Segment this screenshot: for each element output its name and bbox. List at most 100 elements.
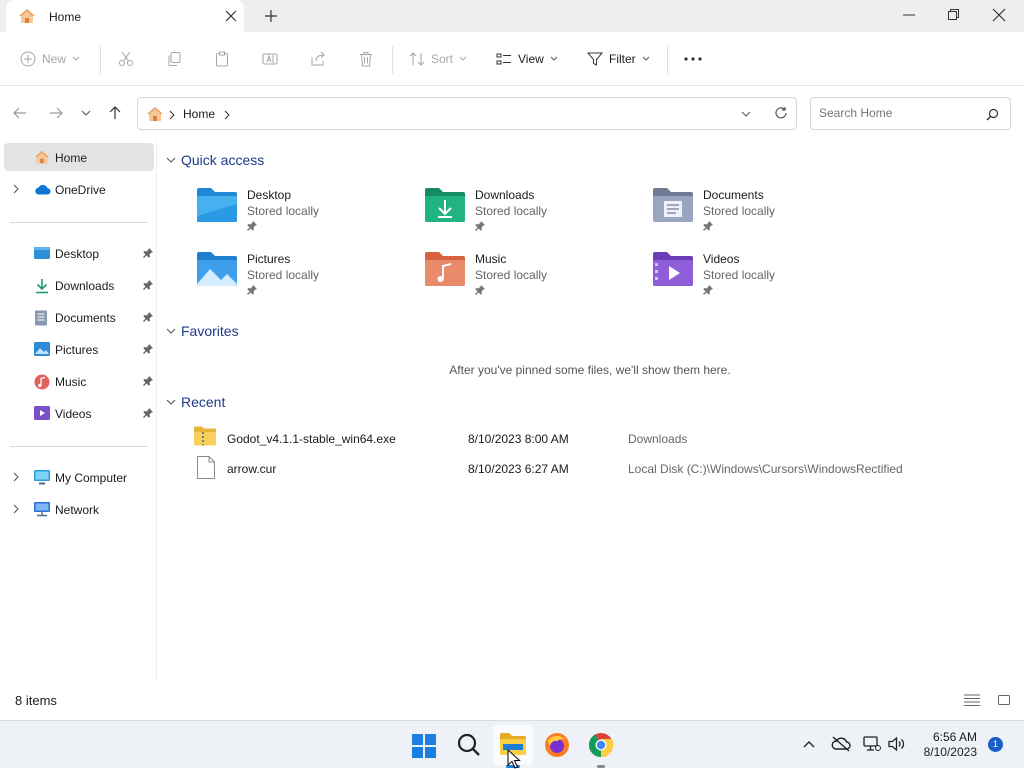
sidebar-item-music[interactable]: Music	[4, 367, 154, 395]
chrome-icon[interactable]	[588, 732, 614, 758]
quick-access-music[interactable]: Music Stored locally	[424, 250, 634, 306]
item-name: Desktop	[247, 188, 292, 202]
more-options-icon[interactable]	[684, 57, 702, 61]
favorites-header[interactable]: Favorites	[166, 323, 239, 339]
address-bar[interactable]: Home	[137, 97, 797, 130]
view-button[interactable]: View	[496, 51, 558, 67]
expand-chevron-icon[interactable]	[13, 184, 19, 194]
downloads-folder-icon	[424, 186, 466, 224]
expand-chevron-icon[interactable]	[13, 504, 19, 514]
address-history-chevron-icon[interactable]	[741, 111, 751, 117]
pin-icon[interactable]	[143, 280, 153, 290]
separator	[100, 46, 101, 74]
recent-file-row[interactable]: Godot_v4.1.1-stable_win64.exe 8/10/2023 …	[190, 424, 990, 452]
search-icon[interactable]	[457, 733, 481, 757]
start-windows-icon[interactable]	[412, 734, 436, 758]
breadcrumb-separator-icon[interactable]	[224, 110, 230, 120]
breadcrumb-separator-icon[interactable]	[169, 110, 175, 120]
sidebar-item-desktop[interactable]: Desktop	[4, 239, 154, 267]
rename-icon[interactable]	[262, 51, 278, 67]
onedrive-offline-icon[interactable]	[831, 736, 851, 752]
cut-icon[interactable]	[118, 51, 134, 67]
volume-icon[interactable]	[888, 736, 906, 752]
search-icon[interactable]	[986, 108, 999, 121]
sidebar-item-label: OneDrive	[55, 183, 106, 197]
expand-chevron-icon[interactable]	[13, 472, 19, 482]
sort-button[interactable]: Sort	[409, 51, 467, 67]
chevron-down-icon	[72, 56, 80, 62]
search-input[interactable]	[819, 106, 979, 120]
sidebar-item-network[interactable]: Network	[4, 495, 154, 523]
new-button[interactable]: New	[20, 51, 80, 67]
sidebar-item-documents[interactable]: Documents	[4, 303, 154, 331]
search-box[interactable]	[810, 97, 1011, 130]
taskbar: 6:56 AM 8/10/2023 1	[0, 720, 1024, 769]
quick-access-header[interactable]: Quick access	[166, 152, 264, 168]
delete-icon[interactable]	[358, 51, 374, 67]
quick-access-desktop[interactable]: Desktop Stored locally	[196, 186, 406, 242]
pin-icon[interactable]	[703, 221, 713, 231]
sort-label: Sort	[431, 52, 454, 66]
copy-icon[interactable]	[166, 51, 182, 67]
sidebar-item-home[interactable]: Home	[4, 143, 154, 171]
sidebar-item-onedrive[interactable]: OneDrive	[4, 175, 154, 203]
pin-icon[interactable]	[143, 248, 153, 258]
item-status: Stored locally	[475, 268, 548, 282]
tab-home[interactable]: Home	[6, 0, 244, 32]
recent-file-row[interactable]: arrow.cur 8/10/2023 6:27 AM Local Disk (…	[190, 454, 990, 482]
maximize-icon[interactable]	[946, 8, 960, 22]
sidebar-item-videos[interactable]: Videos	[4, 399, 154, 427]
details-view-icon[interactable]	[964, 694, 980, 706]
sidebar-item-downloads[interactable]: Downloads	[4, 271, 154, 299]
desktop-folder-icon	[196, 186, 238, 224]
taskbar-clock[interactable]: 6:56 AM 8/10/2023	[914, 730, 977, 760]
filter-button[interactable]: Filter	[587, 51, 650, 67]
sidebar-item-label: Pictures	[55, 343, 99, 357]
close-window-icon[interactable]	[992, 8, 1006, 22]
pin-icon[interactable]	[247, 285, 257, 295]
tiles-view-icon[interactable]	[997, 693, 1011, 707]
pin-icon[interactable]	[143, 344, 153, 354]
firefox-icon[interactable]	[544, 732, 570, 758]
sidebar-divider	[10, 222, 148, 223]
forward-arrow-icon[interactable]	[49, 106, 63, 120]
pin-icon[interactable]	[703, 285, 713, 295]
documents-folder-icon	[652, 186, 694, 224]
quick-access-downloads[interactable]: Downloads Stored locally	[424, 186, 634, 242]
quick-access-documents[interactable]: Documents Stored locally	[652, 186, 862, 242]
clock-date: 8/10/2023	[923, 745, 977, 759]
close-tab-icon[interactable]	[224, 9, 238, 23]
notification-badge[interactable]: 1	[988, 737, 1003, 752]
recent-locations-chevron-icon[interactable]	[81, 110, 91, 116]
paste-icon[interactable]	[214, 51, 230, 67]
pin-icon[interactable]	[143, 408, 153, 418]
pin-icon[interactable]	[247, 221, 257, 231]
new-label: New	[42, 52, 67, 66]
onedrive-cloud-icon	[34, 184, 52, 195]
network-status-icon[interactable]	[863, 736, 881, 752]
pin-icon[interactable]	[143, 312, 153, 322]
new-tab-icon[interactable]	[264, 9, 278, 23]
share-icon[interactable]	[310, 51, 326, 67]
show-hidden-icons-chevron-icon[interactable]	[803, 740, 815, 748]
quick-access-videos[interactable]: Videos Stored locally	[652, 250, 862, 306]
recent-header[interactable]: Recent	[166, 394, 225, 410]
minimize-icon[interactable]	[902, 8, 916, 22]
sidebar-item-pictures[interactable]: Pictures	[4, 335, 154, 363]
pin-icon[interactable]	[475, 221, 485, 231]
favorites-empty-message: After you've pinned some files, we'll sh…	[449, 363, 731, 377]
quick-access-pictures[interactable]: Pictures Stored locally	[196, 250, 406, 306]
refresh-icon[interactable]	[774, 106, 788, 120]
item-name: Videos	[703, 252, 740, 266]
pin-icon[interactable]	[475, 285, 485, 295]
sidebar-item-my-computer[interactable]: My Computer	[4, 463, 154, 491]
recent-file-name: arrow.cur	[227, 462, 277, 476]
home-icon	[146, 106, 164, 122]
up-arrow-icon[interactable]	[108, 106, 122, 120]
download-arrow-icon	[34, 278, 50, 294]
section-title: Quick access	[181, 152, 265, 168]
pin-icon[interactable]	[143, 376, 153, 386]
back-arrow-icon[interactable]	[13, 106, 27, 120]
breadcrumb-home[interactable]: Home	[183, 107, 215, 121]
item-status: Stored locally	[703, 204, 776, 218]
